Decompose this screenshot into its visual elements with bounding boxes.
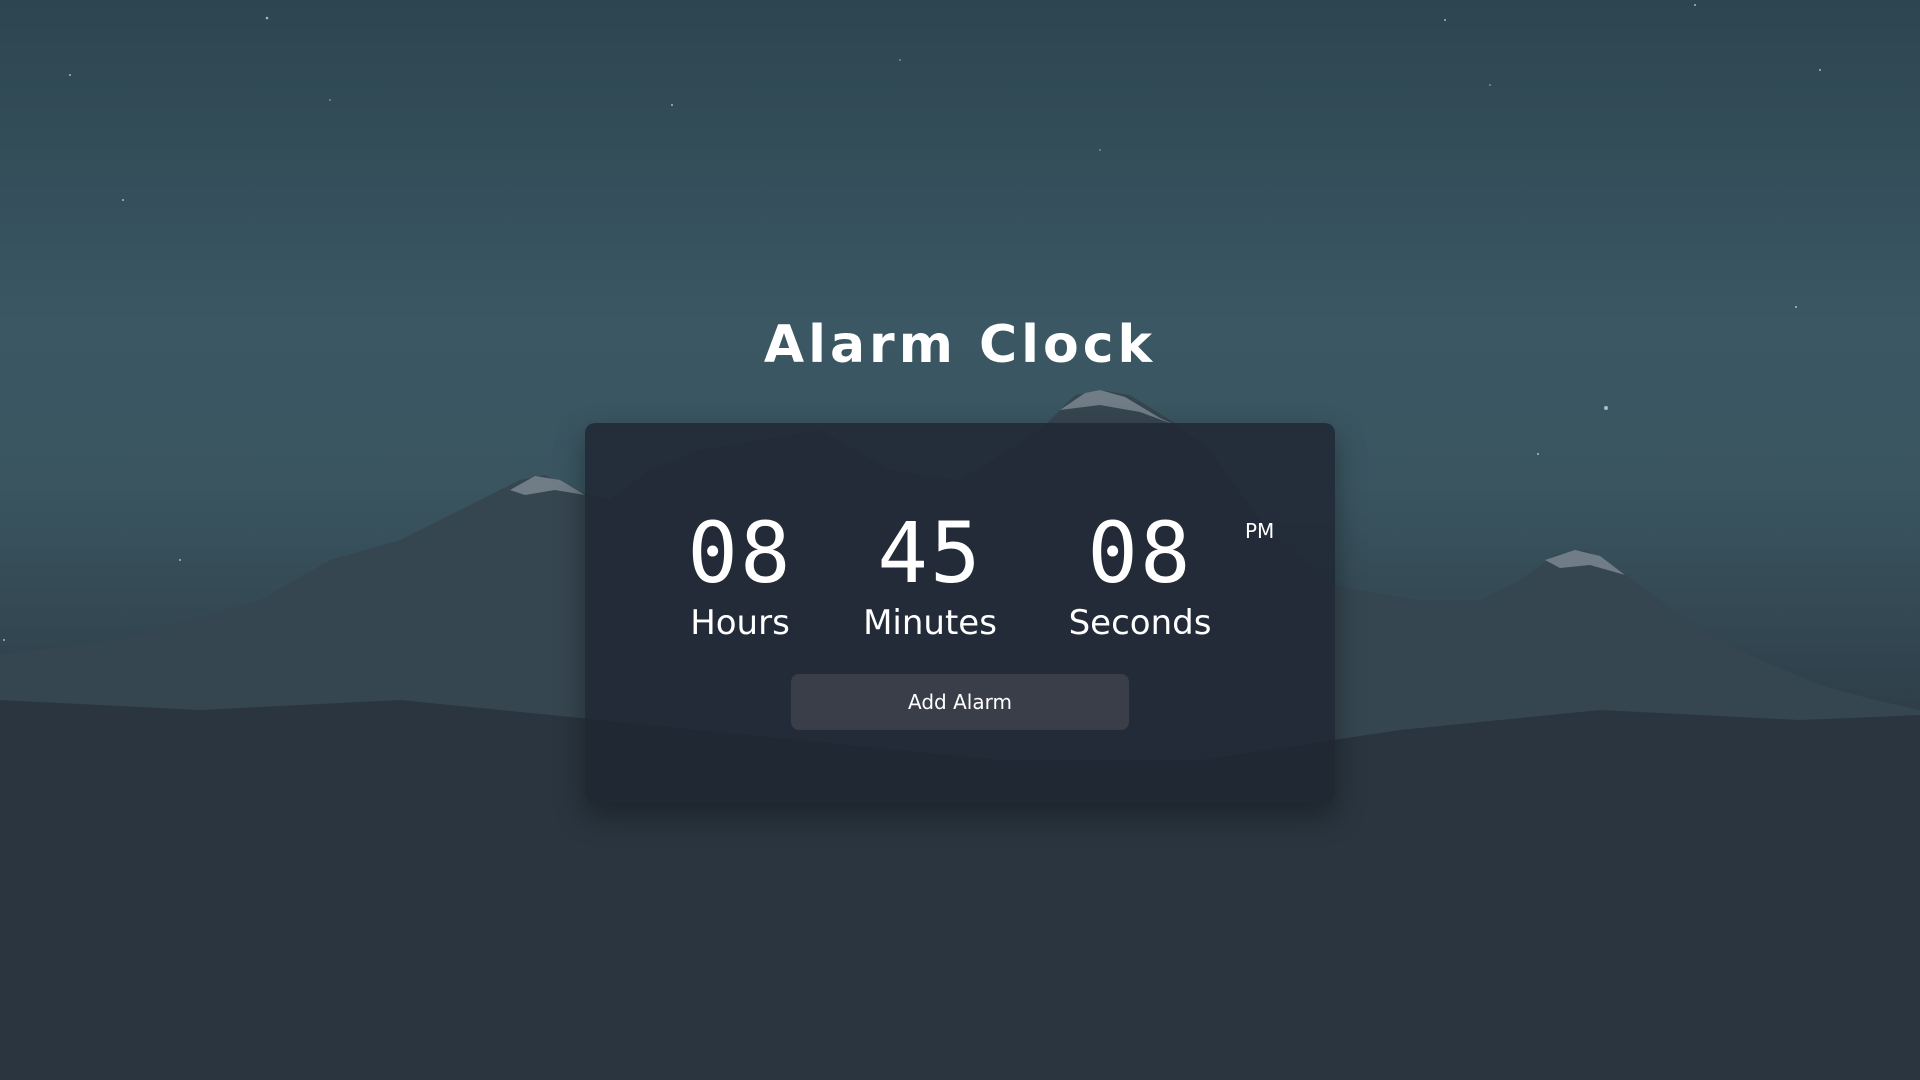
time-display: 08 Hours 45 Minutes 08 Seconds (585, 503, 1335, 663)
fog-layer (0, 895, 1920, 1080)
hours-value: 08 (687, 504, 793, 602)
seconds-unit: 08 Seconds (1055, 503, 1225, 643)
period-indicator: PM (1245, 519, 1275, 543)
page-title: Alarm Clock (763, 315, 1157, 375)
clock-card: 08 Hours 45 Minutes 08 Seconds PM Add Al… (585, 423, 1335, 803)
seconds-label: Seconds (1068, 603, 1212, 643)
minutes-value: 45 (877, 504, 983, 602)
minutes-unit: 45 Minutes (855, 503, 1005, 643)
add-alarm-button[interactable]: Add Alarm (791, 674, 1129, 730)
seconds-value: 08 (1087, 504, 1193, 602)
hours-unit: 08 Hours (665, 503, 815, 643)
minutes-label: Minutes (863, 603, 997, 643)
hours-label: Hours (690, 603, 790, 643)
